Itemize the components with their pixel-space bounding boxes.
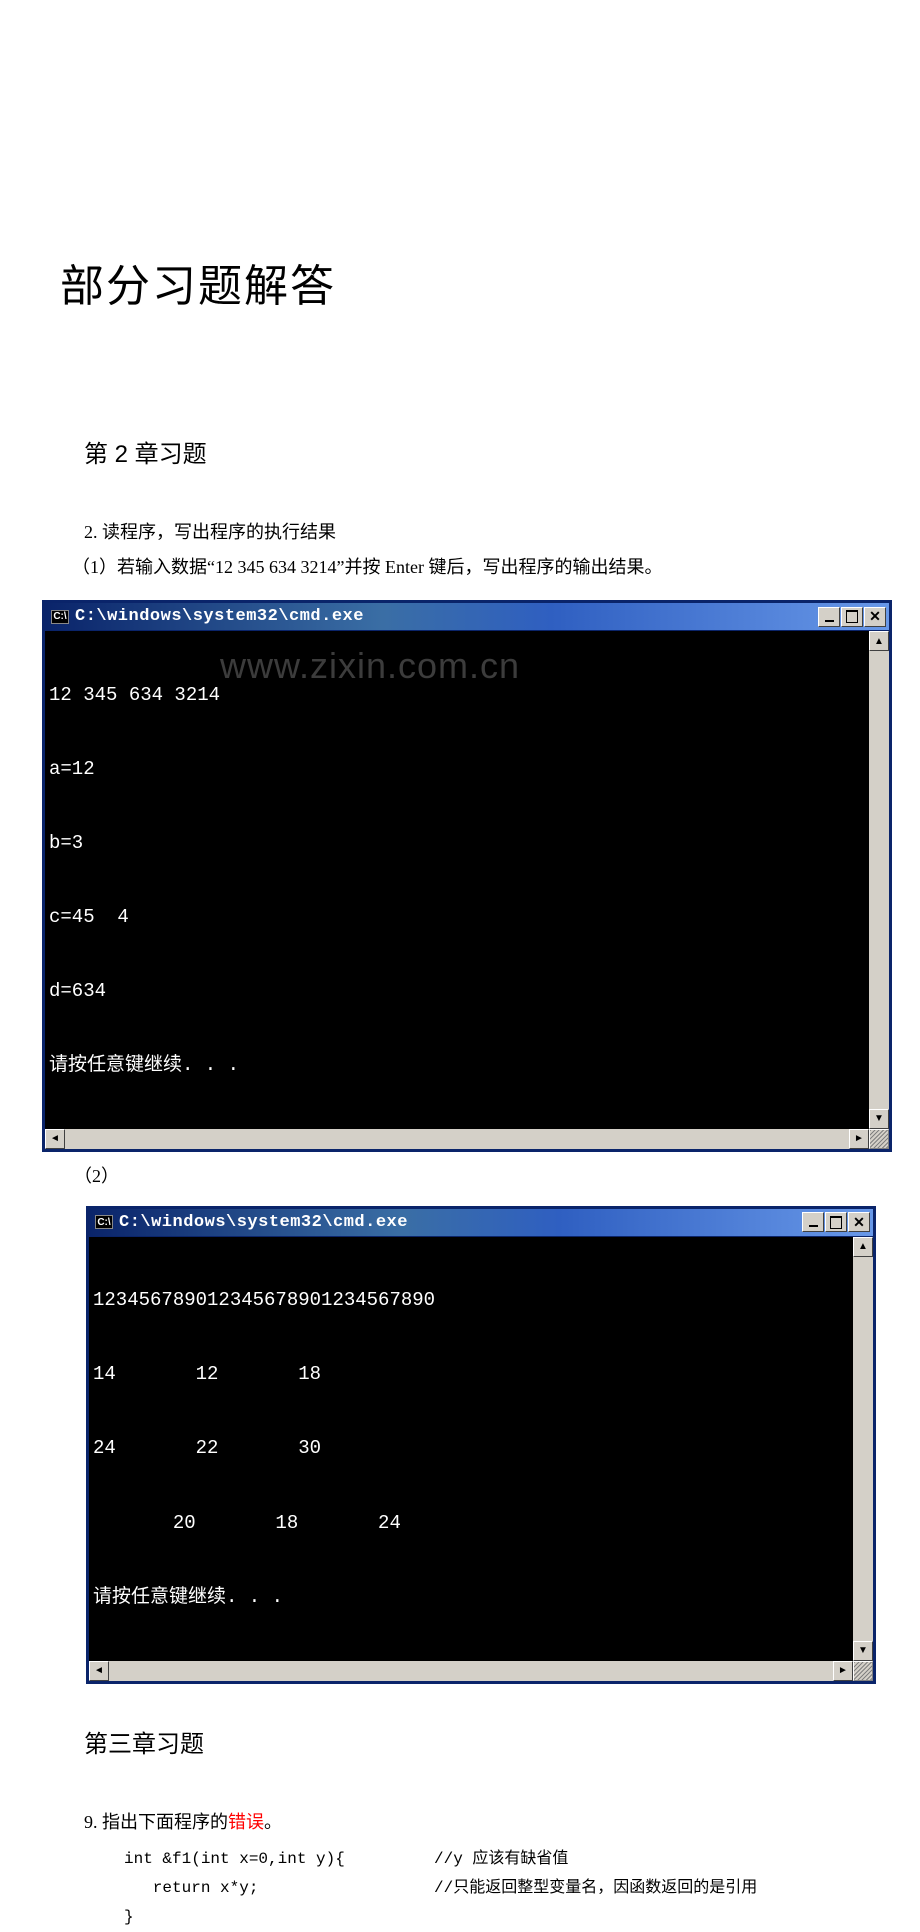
cmd-title-text: C:\windows\system32\cmd.exe xyxy=(119,1213,802,1232)
main-title: 部分习题解答 xyxy=(60,250,860,314)
scroll-up-button[interactable]: ▲ xyxy=(869,631,889,651)
question-2-intro: 2. 读程序，写出程序的执行结果 xyxy=(84,517,860,548)
q9-prefix: 9. 指出下面程序的 xyxy=(84,1812,228,1832)
scroll-track[interactable] xyxy=(109,1661,833,1681)
scroll-down-button[interactable]: ▼ xyxy=(853,1641,873,1661)
question-2-1: （1）若输入数据“12 345 634 3214”并按 Enter 键后，写出程… xyxy=(72,552,860,583)
term-line: c=45 4 xyxy=(49,905,865,930)
term-line: 123456789012345678901234567890 xyxy=(93,1288,849,1313)
code-comment: //只能返回整型变量名，因函数返回的是引用 xyxy=(434,1874,757,1903)
maximize-button[interactable] xyxy=(825,1212,847,1232)
resize-grip[interactable] xyxy=(853,1661,873,1681)
q9-error-word: 错误 xyxy=(228,1812,264,1832)
term-line: d=634 xyxy=(49,979,865,1004)
term-line: 12 345 634 3214 xyxy=(49,683,865,708)
term-line: 14 12 18 xyxy=(93,1362,849,1387)
horizontal-scrollbar[interactable]: ◄ ► xyxy=(89,1661,873,1681)
code-line: } xyxy=(124,1903,860,1932)
code-text: int &f1(int x=0,int y){ xyxy=(124,1845,434,1874)
code-comment: //y 应该有缺省值 xyxy=(434,1845,568,1874)
code-text: return x*y; xyxy=(124,1874,434,1903)
cmd-title-text: C:\windows\system32\cmd.exe xyxy=(75,607,818,626)
code-block: int &f1(int x=0,int y){ //y 应该有缺省值 retur… xyxy=(124,1845,860,1931)
cmd-icon: C:\ xyxy=(51,610,69,624)
term-line: 24 22 30 xyxy=(93,1436,849,1461)
cmd-titlebar: C:\ C:\windows\system32\cmd.exe ✕ xyxy=(45,603,889,631)
code-line: int &f1(int x=0,int y){ //y 应该有缺省值 xyxy=(124,1845,860,1874)
chapter-3-heading: 第三章习题 xyxy=(84,1724,860,1759)
question-9: 9. 指出下面程序的错误。 xyxy=(84,1807,860,1838)
window-buttons: ✕ xyxy=(818,607,886,627)
terminal-output-1: 12 345 634 3214 a=12 b=3 c=45 4 d=634 请按… xyxy=(45,631,869,1129)
cmd-titlebar: C:\ C:\windows\system32\cmd.exe ✕ xyxy=(89,1209,873,1237)
scroll-left-button[interactable]: ◄ xyxy=(45,1129,65,1149)
minimize-button[interactable] xyxy=(818,607,840,627)
term-line: 请按任意键继续. . . xyxy=(49,1053,865,1078)
horizontal-scrollbar[interactable]: ◄ ► xyxy=(45,1129,889,1149)
term-line: 请按任意键继续. . . xyxy=(93,1585,849,1610)
code-line: return x*y; //只能返回整型变量名，因函数返回的是引用 xyxy=(124,1874,860,1903)
scroll-up-button[interactable]: ▲ xyxy=(853,1237,873,1257)
scroll-down-button[interactable]: ▼ xyxy=(869,1109,889,1129)
terminal-area: 12 345 634 3214 a=12 b=3 c=45 4 d=634 请按… xyxy=(45,631,889,1129)
cmd-window-2: C:\ C:\windows\system32\cmd.exe ✕ 123456… xyxy=(86,1206,876,1684)
close-button[interactable]: ✕ xyxy=(848,1212,870,1232)
minimize-button[interactable] xyxy=(802,1212,824,1232)
terminal-area: 123456789012345678901234567890 14 12 18 … xyxy=(89,1237,873,1661)
term-line: a=12 xyxy=(49,757,865,782)
scroll-track[interactable] xyxy=(65,1129,849,1149)
scroll-right-button[interactable]: ► xyxy=(833,1661,853,1681)
scroll-left-button[interactable]: ◄ xyxy=(89,1661,109,1681)
q9-suffix: 。 xyxy=(264,1812,282,1832)
resize-grip[interactable] xyxy=(869,1129,889,1149)
cmd-window-1: C:\ C:\windows\system32\cmd.exe ✕ 12 345… xyxy=(42,600,892,1152)
vertical-scrollbar[interactable]: ▲ ▼ xyxy=(853,1237,873,1661)
terminal-output-2: 123456789012345678901234567890 14 12 18 … xyxy=(89,1237,853,1661)
cmd-icon: C:\ xyxy=(95,1215,113,1229)
scroll-right-button[interactable]: ► xyxy=(849,1129,869,1149)
close-button[interactable]: ✕ xyxy=(864,607,886,627)
question-2-2-label: （2） xyxy=(74,1162,860,1188)
scroll-track[interactable] xyxy=(869,651,889,1109)
chapter-2-heading: 第 2 章习题 xyxy=(84,434,860,469)
scroll-track[interactable] xyxy=(853,1257,873,1641)
term-line: b=3 xyxy=(49,831,865,856)
maximize-button[interactable] xyxy=(841,607,863,627)
vertical-scrollbar[interactable]: ▲ ▼ xyxy=(869,631,889,1129)
window-buttons: ✕ xyxy=(802,1212,870,1232)
term-line: 20 18 24 xyxy=(93,1511,849,1536)
code-text: } xyxy=(124,1903,434,1932)
